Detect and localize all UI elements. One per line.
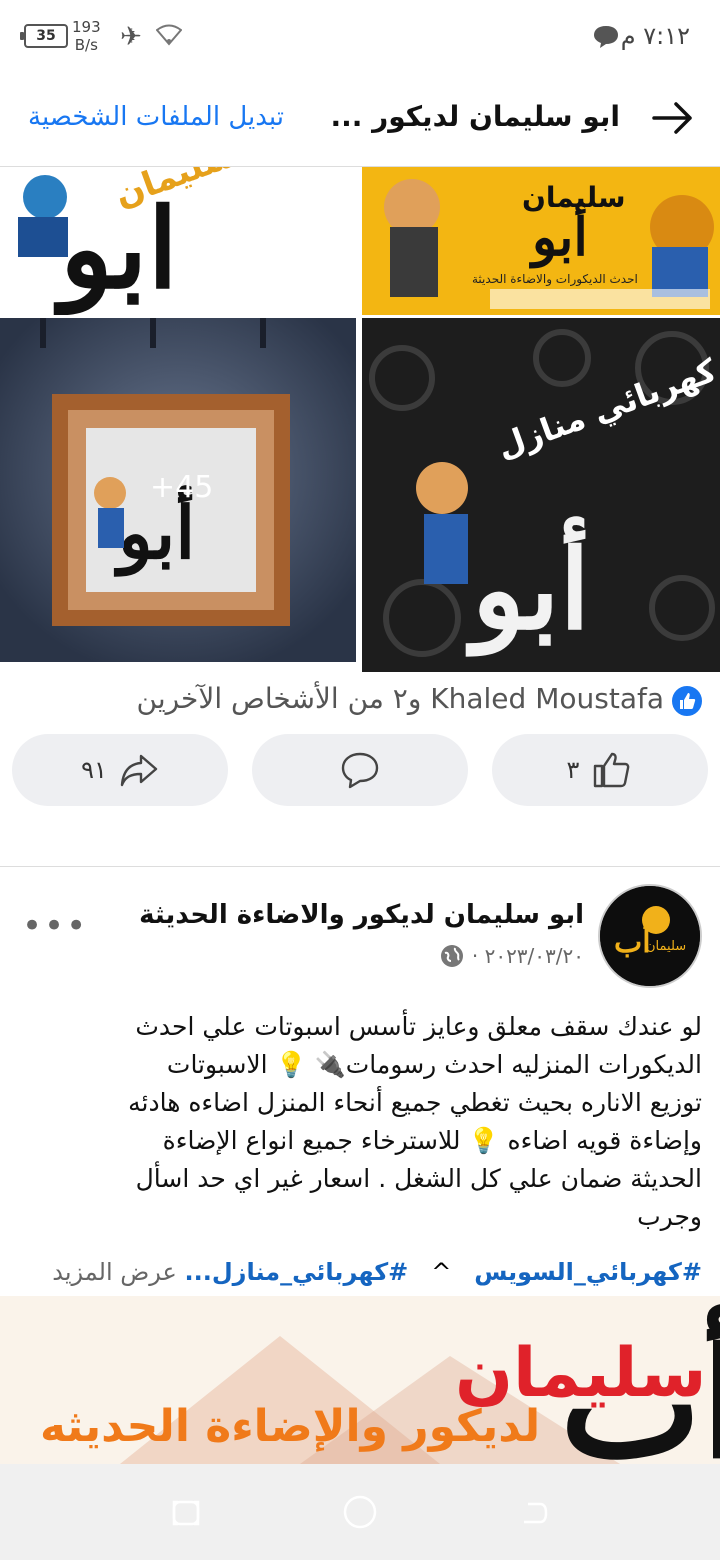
post-text: لو عندك سقف معلق وعايز تأسس اسبوتات علي …	[18, 1008, 702, 1236]
reactors-summary[interactable]: Khaled Moustafa و٢ من الأشخاص الآخرين	[137, 682, 665, 715]
post-text-line: وجرب	[637, 1202, 702, 1231]
post-image-artwork: أب سليمان لديكور والإضاءة الحديثه	[0, 1296, 720, 1464]
post-image[interactable]: أب سليمان لديكور والإضاءة الحديثه	[0, 1296, 720, 1464]
photo-artwork: ابو سليمان	[0, 167, 356, 315]
see-more-link[interactable]: عرض المزيد	[52, 1258, 177, 1286]
post-text-line: الديكورات المنزليه احدث رسومات🔌 💡 الاسبو…	[166, 1050, 702, 1079]
airplane-icon: ✈	[120, 22, 142, 52]
home-icon[interactable]	[342, 1494, 378, 1530]
svg-text:لديكور والإضاءة الحديثه: لديكور والإضاءة الحديثه	[40, 1401, 540, 1452]
hashtags-row: #كهربائي_السويس ^ #كهربائي_منازل... عرض …	[12, 1258, 702, 1286]
more-photos-count[interactable]: +45	[150, 470, 213, 505]
caret-icon: ^	[431, 1258, 452, 1286]
like-icon	[594, 752, 630, 788]
hashtag-link[interactable]: #كهربائي_السويس	[474, 1258, 702, 1286]
like-count: ٣	[566, 756, 580, 784]
post-text-line: الحديثة ضمان علي كل الشغل . اسعار غير اي…	[135, 1164, 702, 1193]
svg-text:احدث الديكورات والاضاءة الحديث: احدث الديكورات والاضاءة الحديثة	[472, 272, 638, 287]
photo-artwork: أبو كهربائي منازل	[362, 318, 720, 672]
photo-tile-top-left[interactable]: ابو سليمان	[0, 167, 356, 315]
more-icon[interactable]: •••	[22, 906, 88, 946]
page-title: ابو سليمان لديكور ...	[330, 100, 620, 133]
share-icon	[120, 754, 158, 787]
photo-tile-top-right[interactable]: أبو سليمان احدث الديكورات والاضاءة الحدي…	[362, 167, 720, 315]
post-text-line: لو عندك سقف معلق وعايز تأسس اسبوتات علي …	[135, 1012, 702, 1041]
network-speed: 193 B/s	[72, 18, 101, 54]
top-app-bar: ابو سليمان لديكور ... تبديل الملفات الشخ…	[0, 74, 720, 167]
comment-icon	[341, 752, 379, 789]
photo-tile-bottom-right[interactable]: أبو كهربائي منازل	[362, 318, 720, 672]
chat-bubble-icon	[594, 26, 618, 48]
recent-apps-icon[interactable]	[170, 1498, 202, 1528]
clock: ٧:١٢ م	[620, 22, 690, 50]
post-divider	[0, 866, 720, 867]
battery-indicator: 35	[20, 24, 68, 48]
comment-button[interactable]	[252, 734, 468, 806]
net-speed-unit: B/s	[74, 36, 98, 54]
svg-text:أبو: أبو	[465, 516, 590, 657]
system-navigation-bar	[0, 1464, 720, 1560]
photo-artwork: أبو سليمان احدث الديكورات والاضاءة الحدي…	[362, 167, 720, 315]
svg-text:سليمان: سليمان	[522, 181, 626, 214]
switch-profiles-link[interactable]: تبديل الملفات الشخصية	[28, 102, 284, 132]
like-button[interactable]: ٣	[492, 734, 708, 806]
back-arrow-icon[interactable]	[650, 96, 694, 140]
avatar[interactable]: أب سليمان	[598, 884, 702, 988]
hashtag-link[interactable]: #كهربائي_منازل...	[184, 1258, 408, 1286]
svg-text:سليمان: سليمان	[646, 939, 686, 954]
share-count: ٩١	[81, 756, 107, 784]
share-button[interactable]: ٩١	[12, 734, 228, 806]
post-date: ٢٠٢٣/٠٣/٢٠ ·	[471, 944, 584, 968]
wifi-icon	[156, 24, 182, 46]
like-reaction-icon	[670, 684, 704, 718]
post-meta: ٢٠٢٣/٠٣/٢٠ ·	[440, 944, 584, 968]
back-nav-icon[interactable]	[518, 1498, 550, 1528]
post-author-name[interactable]: ابو سليمان لديكور والاضاءة الحديثة	[139, 900, 584, 930]
svg-text:ابو: ابو	[53, 184, 178, 315]
net-speed-value: 193	[72, 18, 101, 36]
post-text-line: توزيع الاناره بحيث تغطي جميع أنحاء المنز…	[128, 1088, 702, 1117]
globe-icon	[440, 945, 463, 967]
post-text-line: وإضاءة قويه اضاءه 💡 للاسترخاء جميع انواع…	[162, 1126, 702, 1155]
status-bar: 35 193 B/s ✈ ٧:١٢ م	[0, 0, 720, 74]
